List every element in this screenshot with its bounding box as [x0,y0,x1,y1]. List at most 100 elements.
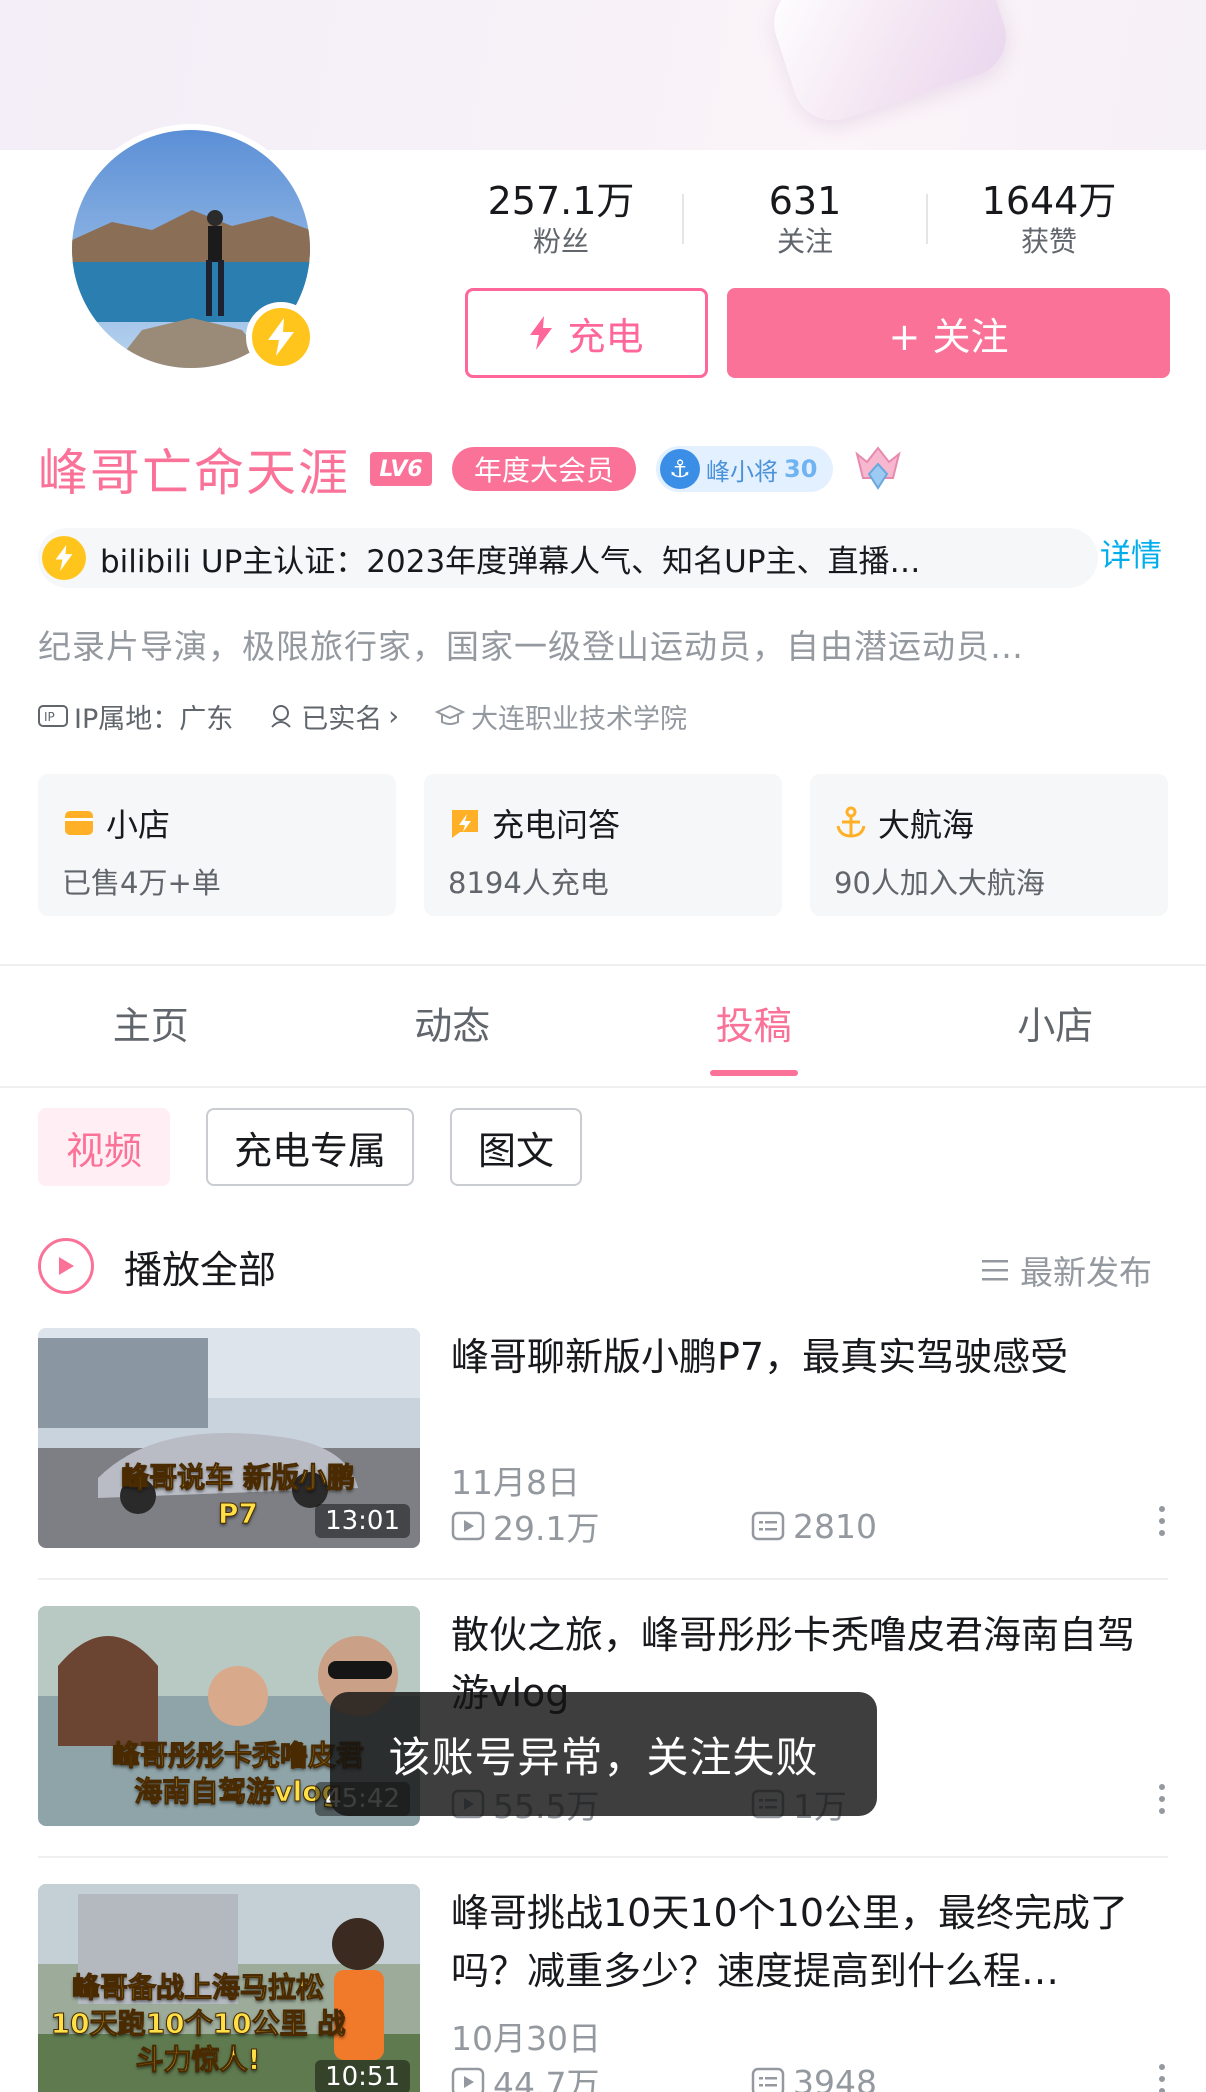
list-divider [38,1578,1168,1580]
play-all-button[interactable]: 播放全部 [38,1238,276,1294]
tab-uploads-label: 投稿 [715,1004,792,1048]
comment-icon [751,2067,785,2092]
sort-label: 最新发布 [1020,1253,1152,1292]
guard-crest-icon[interactable] [853,444,903,494]
error-toast: 该账号异常，关注失败 [330,1692,877,1816]
tabs-divider [0,1086,1206,1088]
realname-status[interactable]: 已实名 › [269,697,399,736]
fans-medal[interactable]: ⚓ 峰小将 30 [656,446,834,492]
user-verified-icon [271,705,291,728]
card-title: 小店 [62,800,372,846]
charge-qa-icon [452,810,478,838]
video-thumbnail[interactable]: 峰哥说车 新版小鹏P7 13:01 [38,1328,420,1548]
chip-video[interactable]: 视频 [38,1108,171,1186]
tab-home[interactable]: 主页 [0,966,302,1086]
profile-meta: IP IP属地：广东 已实名 › 大连职业技术学院 [38,696,723,736]
graduation-cap-icon [435,704,466,725]
more-options-icon[interactable] [1156,2064,1168,2092]
card-subtitle: 90人加入大航海 [834,866,1045,900]
banner-decoration [763,0,1017,131]
school-info[interactable]: 大连职业技术学院 [435,697,687,736]
card-title: 充电问答 [448,800,758,846]
svg-text:IP: IP [44,710,55,724]
follow-button-label: + 关注 [888,314,1009,359]
video-title[interactable]: 峰哥聊新版小鹏P7，最真实驾驶感受 [451,1328,1161,1386]
card-subtitle: 已售4万+单 [62,866,221,900]
card-charge-qa[interactable]: 充电问答 8194人充电 [424,774,782,916]
verification-bar[interactable]: bilibili UP主认证：2023年度弹幕人气、知名UP主、直播… [38,528,1098,588]
fans-medal-level: 30 [784,455,818,483]
video-duration: 13:01 [315,1504,410,1538]
stat-label: 粉丝 [532,225,589,258]
card-shop[interactable]: 小店 已售4万+单 [38,774,396,916]
stat-value: 257.1万 [487,179,635,223]
charge-button-label: 充电 [567,314,644,359]
comment-count-value: 3948 [793,2062,877,2092]
card-title-label: 充电问答 [492,806,621,844]
view-count: 44.7万 [451,2058,751,2092]
more-options-icon[interactable] [1156,1506,1168,1536]
comment-count: 3948 [751,2063,1051,2092]
level-badge[interactable]: LV6 [370,452,432,486]
detail-link[interactable]: 详情 [1100,530,1162,575]
shop-icon [65,811,93,835]
card-title-label: 小店 [106,806,171,844]
play-count-icon [451,2067,485,2092]
video-item[interactable]: 峰哥说车 新版小鹏P7 13:01 峰哥聊新版小鹏P7，最真实驾驶感受 11月8… [38,1328,1168,1548]
view-count-value: 44.7万 [493,2065,600,2092]
follow-button[interactable]: + 关注 [727,288,1170,378]
anchor-icon: ⚓ [660,449,701,489]
stat-likes[interactable]: 1644万 获赞 [928,178,1170,260]
feature-cards: 小店 已售4万+单 充电问答 8194人充电 大航海 90人加入大航海 [38,774,1168,916]
stat-label: 获赞 [1020,225,1077,258]
video-thumbnail[interactable]: 峰哥备战上海马拉松 10天跑10个10公里 战斗力惊人! 10:51 [38,1884,420,2092]
username: 峰哥亡命天涯 [38,444,350,502]
video-title[interactable]: 峰哥挑战10天10个10公里，最终完成了吗？减重多少？速度提高到什么程… [451,1884,1161,2000]
ip-icon: IP [38,705,68,727]
video-stats: 29.1万 2810 [451,1502,1051,1550]
verified-bolt-icon [42,536,86,580]
video-duration: 10:51 [315,2060,410,2092]
video-date: 11月8日 [451,1463,580,1502]
profile-tabs: 主页 动态 投稿 小店 [0,966,1206,1086]
play-count-icon [451,1511,485,1541]
ip-location: IP IP属地：广东 [38,697,233,736]
stat-following[interactable]: 631 关注 [684,178,926,260]
more-options-icon[interactable] [1156,1784,1168,1814]
fans-medal-name: 峰小将 [706,457,779,486]
anchor-icon [836,806,866,838]
stat-fans[interactable]: 257.1万 粉丝 [440,178,682,260]
card-title-label: 大航海 [878,806,975,844]
realname-label: 已实名 [301,703,383,735]
tab-dynamic[interactable]: 动态 [302,966,604,1086]
profile-stats: 257.1万 粉丝 631 关注 1644万 获赞 [440,174,1170,264]
tab-shop[interactable]: 小店 [905,966,1206,1086]
vip-badge[interactable]: 年度大会员 [452,447,637,491]
thumbnail-caption: 峰哥备战上海马拉松 10天跑10个10公里 战斗力惊人! [50,1971,346,2077]
play-all-label: 播放全部 [124,1247,277,1292]
comment-count-value: 2810 [793,1506,877,1546]
video-item[interactable]: 峰哥备战上海马拉松 10天跑10个10公里 战斗力惊人! 10:51 峰哥挑战1… [38,1884,1168,2092]
stat-value: 1644万 [981,179,1117,223]
comment-icon [751,1511,785,1541]
chevron-right-icon: › [388,700,400,732]
chip-image-text[interactable]: 图文 [450,1108,583,1186]
chip-charge-exclusive[interactable]: 充电专属 [206,1108,415,1186]
video-stats: 44.7万 3948 [451,2058,1051,2092]
name-row: 峰哥亡命天涯 LV6 年度大会员 ⚓ 峰小将 30 [38,436,903,502]
card-title: 大航海 [834,800,1144,846]
sort-button[interactable]: 最新发布 [980,1246,1152,1294]
bio-text[interactable]: 纪录片导演，极限旅行家，国家一级登山运动员，自由潜运动员… [38,620,1168,668]
video-date: 10月30日 [451,2019,601,2058]
stat-value: 631 [768,179,842,223]
tab-uploads[interactable]: 投稿 [603,966,905,1086]
view-count: 29.1万 [451,1502,751,1550]
lightning-icon [530,316,553,350]
tab-active-indicator [709,1070,798,1076]
school-label: 大连职业技术学院 [471,703,688,735]
charge-button[interactable]: 充电 [465,288,708,378]
card-voyage[interactable]: 大航海 90人加入大航海 [810,774,1168,916]
content-filter-chips: 视频 充电专属 图文 [38,1108,583,1186]
sort-icon [982,1260,1008,1281]
stat-label: 关注 [776,225,833,258]
